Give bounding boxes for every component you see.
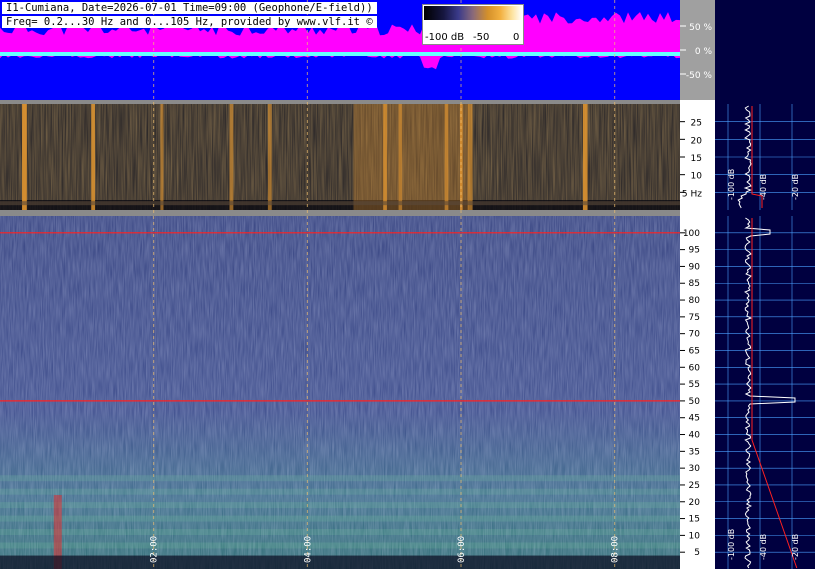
high-freq-tick-label: 50 <box>689 397 701 407</box>
high-freq-tick-label: 55 <box>689 380 700 390</box>
colorbar-legend: -100 dB -50 0 <box>422 4 524 45</box>
colorbar-gradient <box>424 6 522 20</box>
high-freq-tick-label: 80 <box>689 296 701 306</box>
low-spectrogram-burst <box>22 104 27 210</box>
low-spectrogram-burst <box>353 104 469 210</box>
amplitude-trace <box>0 52 680 56</box>
high-freq-tick-label: 20 <box>689 498 701 508</box>
high-freq-tick-label: 5 <box>694 548 700 558</box>
colorbar-label-max: 0 <box>513 32 520 43</box>
colorbar-label-min: -100 dB <box>425 32 465 43</box>
high-spectrogram-resonance-band <box>0 529 680 536</box>
spectrum-db-label: -20 dB <box>791 534 800 560</box>
amplitude-tick-label: 50 % <box>689 23 712 33</box>
low-freq-tick-label: 25 <box>691 119 702 129</box>
chart-title: I1-Cumiana, Date=2026-07-01 Time=09:00 (… <box>2 2 377 14</box>
low-spectrogram-floor-band <box>0 201 680 206</box>
time-tick-label: 06:00 <box>457 536 467 563</box>
spectrum-db-label: -100 dB <box>727 529 736 560</box>
spectrum-db-label: -40 dB <box>759 534 768 560</box>
high-spectrogram-resonance-band <box>0 475 680 482</box>
time-tick-label: 02:00 <box>150 536 160 563</box>
low-spectrogram-burst <box>160 104 164 210</box>
time-tick-label: 04:00 <box>303 536 313 563</box>
high-freq-tick-label: 90 <box>689 262 701 272</box>
panel-divider-2 <box>0 210 680 216</box>
low-freq-tick-label: 20 <box>691 136 703 146</box>
time-tick-label: 08:00 <box>611 536 621 563</box>
high-freq-tick-label: 65 <box>689 346 700 356</box>
high-freq-tick-label: 40 <box>689 431 701 441</box>
high-freq-tick-label: 15 <box>689 515 700 525</box>
spectrum-db-label: -40 dB <box>759 174 768 200</box>
high-freq-tick-label: 30 <box>689 464 701 474</box>
low-spectrogram-burst <box>91 104 96 210</box>
high-freq-tick-label: 75 <box>689 313 700 323</box>
high-spectrogram-floor <box>0 555 680 569</box>
low-freq-tick-label: 10 <box>691 172 703 182</box>
low-spectrogram-burst <box>582 104 588 210</box>
high-freq-tick-label: 10 <box>689 531 701 541</box>
high-spectrogram-resonance-band <box>0 542 680 549</box>
low-spectrogram-burst <box>229 104 234 210</box>
high-freq-tick-label: 100 <box>683 229 700 239</box>
plot-root: 50 % 0 % -50 % 02:00 04:00 06:00 08:00 25 20 15… <box>0 0 815 569</box>
high-freq-tick-label: 35 <box>689 447 700 457</box>
high-freq-tick-label: 70 <box>689 330 701 340</box>
spectrum-db-label: -20 dB <box>791 174 800 200</box>
high-spectrogram-resonance-band <box>0 502 680 509</box>
high-freq-tick-label: 85 <box>689 279 700 289</box>
low-freq-tick-label: 15 <box>691 154 702 164</box>
low-freq-tick-label: 5 Hz <box>682 189 702 199</box>
spectrum-db-label: -100 dB <box>727 169 736 200</box>
high-freq-tick-label: 95 <box>689 246 700 256</box>
high-freq-tick-label: 25 <box>689 481 700 491</box>
high-spectrogram-resonance-band <box>0 515 680 522</box>
amplitude-tick-label: -50 % <box>686 71 713 81</box>
high-freq-tick-label: 60 <box>689 363 701 373</box>
low-spectrogram-burst <box>267 104 272 210</box>
high-spectrogram-resonance-band <box>0 488 680 495</box>
high-freq-tick-label: 45 <box>689 414 700 424</box>
colorbar-label-mid: -50 <box>473 32 490 43</box>
spectrum-panel-bg <box>715 0 815 569</box>
amplitude-tick-label: 0 % <box>695 47 713 57</box>
plot-canvas: 50 % 0 % -50 % 02:00 04:00 06:00 08:00 25 20 15… <box>0 0 815 569</box>
low-spectrogram-texture <box>0 104 680 210</box>
chart-subtitle: Freq= 0.2...30 Hz and 0...105 Hz, provid… <box>2 16 377 28</box>
panel-divider <box>0 100 680 104</box>
